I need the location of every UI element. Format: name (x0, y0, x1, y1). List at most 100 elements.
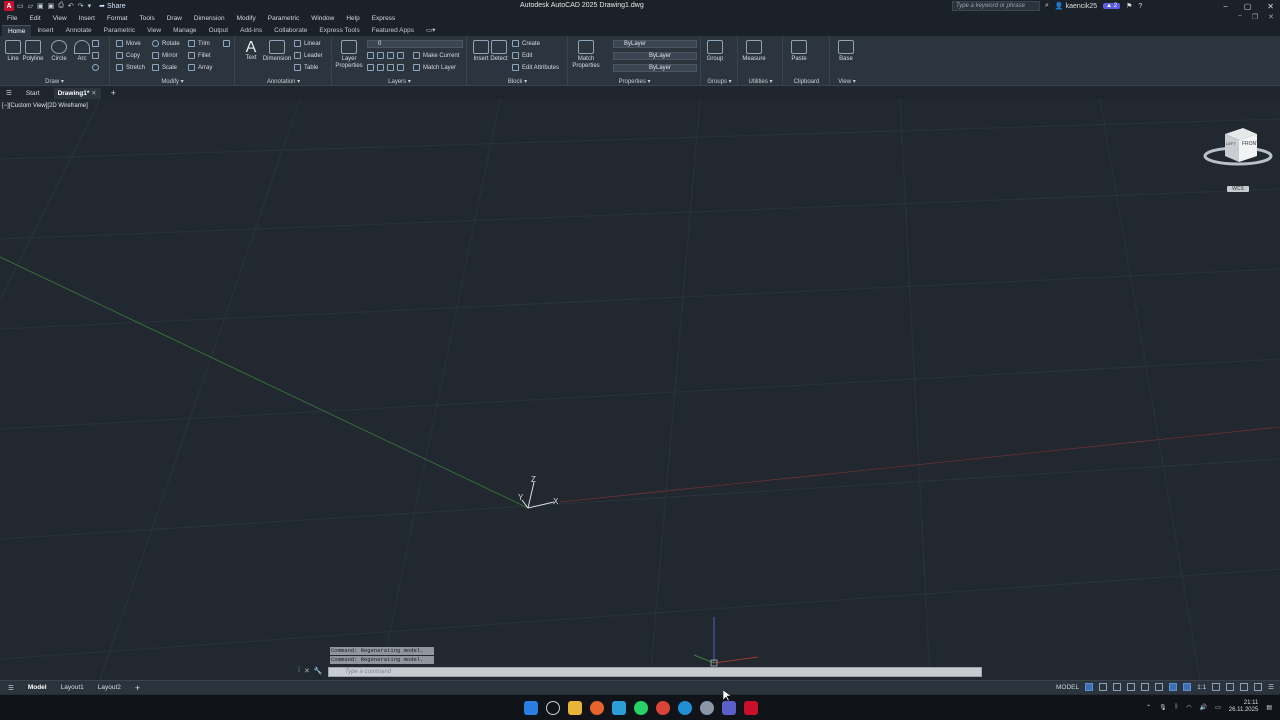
polar-icon[interactable] (1127, 683, 1136, 691)
chrome-icon[interactable] (656, 701, 670, 715)
bluetooth-icon[interactable]: ᛒ (1175, 704, 1179, 710)
create-block-button[interactable]: Create (512, 40, 540, 47)
search-taskbar-icon[interactable] (546, 701, 560, 715)
tab-add-ins[interactable]: Add-ins (234, 25, 268, 36)
menu-edit[interactable]: Edit (29, 15, 40, 22)
paste-button[interactable]: Paste (786, 40, 812, 62)
make-current-button[interactable]: Make Current (413, 52, 459, 59)
erase-button[interactable] (223, 40, 230, 47)
doc-restore-icon[interactable]: ❐ (1252, 13, 1258, 21)
search-icon[interactable]: ⌕ (1045, 2, 1049, 10)
detect-button[interactable]: Detect (486, 40, 512, 62)
scale-button[interactable]: Scale (152, 64, 177, 71)
edit-block-button[interactable]: Edit (512, 52, 532, 59)
grid-icon[interactable] (1085, 683, 1094, 691)
isolate-objects-icon[interactable] (1240, 683, 1249, 691)
menu-dimension[interactable]: Dimension (194, 15, 225, 22)
layer-walk-icon[interactable] (377, 64, 384, 71)
volume-icon[interactable]: 🔊 (1200, 704, 1207, 711)
tab-express-tools[interactable]: Express Tools (313, 25, 365, 36)
table-button[interactable]: Table (294, 64, 318, 71)
viewcube[interactable]: FRONT LEFT WCS (1203, 124, 1275, 196)
trim-button[interactable]: Trim (188, 40, 210, 47)
menu-modify[interactable]: Modify (237, 15, 256, 22)
panel-annotation-title[interactable]: Annotation ▾ (236, 78, 331, 85)
notifications-icon[interactable]: ▤ (1266, 704, 1272, 711)
plot-icon[interactable]: ⎙ (58, 2, 64, 10)
stretch-button[interactable]: Stretch (116, 64, 145, 71)
new-tab-icon[interactable]: + (111, 88, 116, 98)
tab-insert[interactable]: Insert (31, 25, 59, 36)
open-icon[interactable]: ▱ (28, 2, 33, 10)
tab-drawing1[interactable]: Drawing1* ✕ (53, 87, 101, 99)
annotation-scale-icon[interactable] (1183, 683, 1192, 691)
close-tab-icon[interactable]: ✕ (91, 90, 96, 97)
tab-start[interactable]: Start (22, 88, 44, 99)
fullscreen-icon[interactable] (1254, 683, 1263, 691)
doc-close-icon[interactable]: ✕ (1268, 13, 1274, 21)
tab-layout1[interactable]: Layout1 (61, 684, 84, 691)
layouts-menu-icon[interactable]: ☰ (8, 684, 14, 692)
whatsapp-icon[interactable] (634, 701, 648, 715)
help-icon[interactable]: ? (1138, 3, 1142, 10)
panel-utilities-title[interactable]: Utilities ▾ (739, 78, 782, 85)
drawing-viewport[interactable]: [−][Custom View][2D Wireframe] Z Y X (0, 99, 1280, 680)
menu-express[interactable]: Express (372, 15, 395, 22)
rotate-button[interactable]: Rotate (152, 40, 180, 47)
command-line-grip-icon[interactable]: ⁞ (298, 667, 300, 675)
tab-home[interactable]: Home (2, 25, 32, 36)
layer-properties-button[interactable]: Layer Properties (335, 40, 363, 70)
tab-collaborate[interactable]: Collaborate (268, 25, 313, 36)
cart-icon[interactable]: ⚑ (1126, 2, 1132, 10)
customization-menu-icon[interactable]: ☰ (1268, 683, 1274, 691)
array-button[interactable]: Array (188, 64, 212, 71)
panel-block-title[interactable]: Block ▾ (468, 78, 567, 85)
menu-format[interactable]: Format (107, 15, 128, 22)
edge-icon[interactable] (678, 701, 692, 715)
panel-draw-title[interactable]: Draw ▾ (0, 78, 109, 85)
workspace-switch-icon[interactable] (1212, 683, 1221, 691)
group-button[interactable]: Group (702, 40, 728, 62)
color-dropdown[interactable]: ByLayer (613, 40, 697, 48)
teams-icon[interactable] (722, 701, 736, 715)
linetype-dropdown[interactable]: ByLayer (613, 52, 697, 60)
maximize-icon[interactable]: ▢ (1244, 2, 1252, 11)
file-explorer-icon[interactable] (568, 701, 582, 715)
mirror-button[interactable]: Mirror (152, 52, 178, 59)
text-button[interactable]: A Text (238, 40, 264, 62)
menu-file[interactable]: File (7, 15, 17, 22)
panel-groups-title[interactable]: Groups ▾ (702, 78, 737, 85)
layer-off-icon[interactable] (377, 52, 384, 59)
wcs-menu[interactable]: WCS (1227, 186, 1249, 192)
save-icon[interactable]: ▣ (37, 2, 44, 10)
menu-view[interactable]: View (53, 15, 67, 22)
leader-button[interactable]: Leader (294, 52, 323, 59)
layer-lock-icon[interactable] (367, 64, 374, 71)
copy-button[interactable]: Copy (116, 52, 140, 59)
hatch-button[interactable] (92, 52, 99, 59)
ribbon-toggle-icon[interactable]: ▭▾ (420, 25, 441, 36)
doc-minimize-icon[interactable]: − (1238, 13, 1242, 21)
polyline-button[interactable]: Polyline (20, 40, 46, 62)
close-icon[interactable]: ✕ (1267, 2, 1274, 11)
menu-window[interactable]: Window (311, 15, 334, 22)
ellipse-button[interactable] (92, 64, 99, 71)
menu-help[interactable]: Help (346, 15, 359, 22)
linear-button[interactable]: Linear (294, 40, 321, 47)
tab-annotate[interactable]: Annotate (60, 25, 98, 36)
redo-icon[interactable]: ↷ (78, 2, 84, 10)
firefox-icon[interactable] (590, 701, 604, 715)
panel-view-title[interactable]: View ▾ (831, 78, 863, 85)
tab-manage[interactable]: Manage (167, 25, 203, 36)
save-as-icon[interactable]: ▣ (48, 2, 55, 10)
tray-chevron-icon[interactable]: ⌃ (1146, 704, 1151, 711)
layer-delete-icon[interactable] (397, 64, 404, 71)
workspace-icon[interactable]: ▾ (88, 2, 92, 10)
wifi-icon[interactable]: ◠ (1186, 704, 1191, 711)
panel-modify-title[interactable]: Modify ▾ (111, 78, 234, 85)
layer-dropdown[interactable]: 0 (367, 40, 463, 48)
menu-tools[interactable]: Tools (140, 15, 155, 22)
lineweight-dropdown[interactable]: ByLayer (613, 64, 697, 72)
move-button[interactable]: Move (116, 40, 141, 47)
settings-gear-icon[interactable] (1226, 683, 1235, 691)
